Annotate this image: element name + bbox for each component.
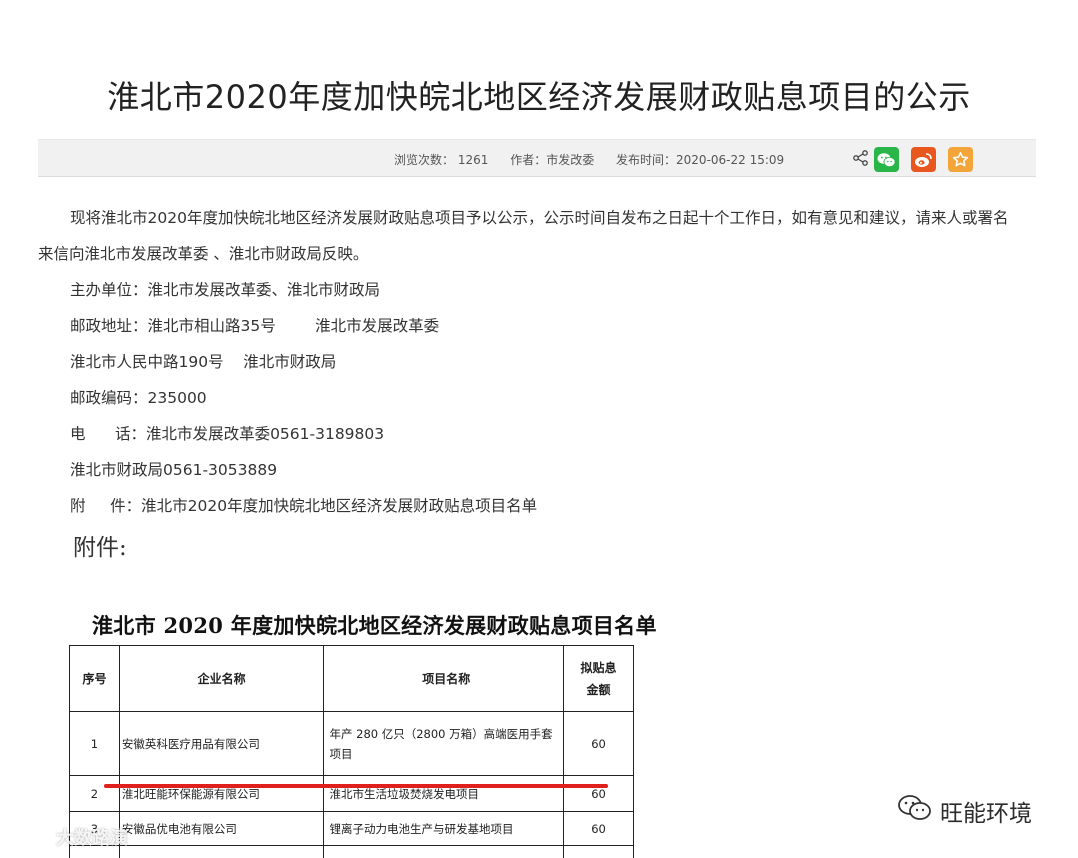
- intro-paragraph-line2: 来信向淮北市发展改革委 、淮北市财政局反映。: [38, 245, 369, 263]
- cell-no: 1: [69, 711, 120, 776]
- table-row: 4 安徽金冠玻璃有限责任公司 煤改气窑炉节能技术改造项目 45: [69, 845, 634, 858]
- share-icon[interactable]: [852, 149, 870, 167]
- postal-address-2: 淮北市人民中路190号 淮北市财政局: [70, 353, 337, 371]
- project-table: 序号 企业名称 项目名称 拟贴息金额 1 安徽英科医疗用品有限公司 年产 280…: [69, 645, 634, 858]
- header-company: 企业名称: [118, 645, 325, 712]
- postal-address-1: 邮政地址：淮北市相山路35号 淮北市发展改革委: [70, 317, 440, 335]
- attachment-line: 附 件：淮北市2020年度加快皖北地区经济发展财政贴息项目名单: [70, 497, 538, 515]
- header-no: 序号: [69, 645, 120, 712]
- cell-company: 淮北旺能环保能源有限公司: [118, 775, 325, 812]
- header-project: 项目名称: [323, 645, 565, 712]
- cell-company: 安徽英科医疗用品有限公司: [118, 711, 325, 776]
- watermark-right-text: 旺能环境: [940, 801, 1032, 827]
- cell-company: 安徽品优电池有限公司: [118, 811, 325, 846]
- page-title: 淮北市2020年度加快皖北地区经济发展财政贴息项目的公示: [107, 78, 971, 116]
- watermark-roadshow: 大数路演: [10, 823, 128, 850]
- cell-project: 煤改气窑炉节能技术改造项目: [323, 845, 565, 858]
- postal-code: 邮政编码：235000: [70, 389, 207, 407]
- table-header-row: 序号 企业名称 项目名称 拟贴息金额: [69, 645, 634, 712]
- roadshow-logo-icon: [10, 823, 50, 850]
- cell-amount: 45: [563, 845, 634, 858]
- cell-project: 锂离子动力电池生产与研发基地项目: [323, 811, 565, 846]
- favorite-star-icon: [952, 151, 969, 167]
- weibo-share-button[interactable]: [911, 147, 936, 172]
- wechat-icon: [877, 152, 896, 167]
- cell-amount: 60: [563, 711, 634, 776]
- phone-2: 淮北市财政局0561-3053889: [70, 461, 278, 479]
- host-units: 主办单位：淮北市发展改革委、淮北市财政局: [70, 281, 381, 299]
- wechat-logo-icon: [898, 794, 932, 828]
- attachment-heading: 附件:: [73, 535, 127, 561]
- cell-project: 淮北市生活垃圾焚烧发电项目: [323, 775, 565, 812]
- table-row: 2 淮北旺能环保能源有限公司 淮北市生活垃圾焚烧发电项目 60: [69, 775, 634, 812]
- header-amount: 拟贴息金额: [563, 645, 634, 712]
- cell-project: 年产 280 亿只（2800 万箱）高端医用手套项目: [323, 711, 565, 776]
- intro-paragraph-line1: 现将淮北市2020年度加快皖北地区经济发展财政贴息项目予以公示，公示时间自发布之…: [70, 209, 1009, 227]
- watermark-left-text: 大数路演: [56, 827, 128, 849]
- red-highlight-underline: [104, 784, 608, 788]
- article-meta: 浏览次数： 1261 作者：市发改委 发布时间：2020-06-22 15:09: [394, 151, 788, 168]
- article-meta-bar: 浏览次数： 1261 作者：市发改委 发布时间：2020-06-22 15:09: [38, 139, 1036, 177]
- table-row: 3 安徽品优电池有限公司 锂离子动力电池生产与研发基地项目 60: [69, 811, 634, 846]
- favorite-button[interactable]: [948, 147, 973, 172]
- view-count: 浏览次数： 1261: [394, 153, 489, 167]
- weibo-icon: [915, 152, 932, 167]
- cell-no: 2: [69, 775, 120, 812]
- author: 作者：市发改委: [510, 153, 595, 167]
- table-row: 1 安徽英科医疗用品有限公司 年产 280 亿只（2800 万箱）高端医用手套项…: [69, 711, 634, 776]
- wechat-share-button[interactable]: [874, 147, 899, 172]
- cell-amount: 60: [563, 775, 634, 812]
- cell-amount: 60: [563, 811, 634, 846]
- cell-company: 安徽金冠玻璃有限责任公司: [118, 845, 325, 858]
- phone-1: 电 话：淮北市发展改革委0561-3189803: [70, 425, 385, 443]
- watermark-wechat-account: 旺能环境: [898, 794, 1032, 828]
- publish-time: 发布时间：2020-06-22 15:09: [616, 153, 785, 167]
- project-list-title: 淮北市 2020 年度加快皖北地区经济发展财政贴息项目名单: [92, 613, 657, 638]
